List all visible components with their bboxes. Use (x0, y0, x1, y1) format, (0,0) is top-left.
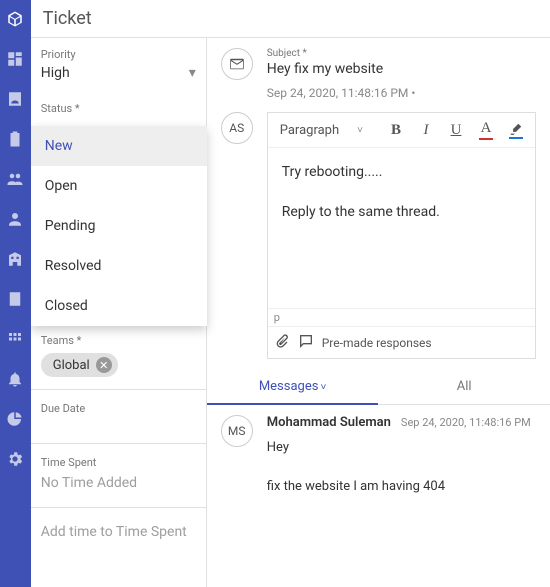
thread-author: Mohammad Suleman (267, 415, 391, 430)
grid-icon[interactable] (6, 330, 24, 348)
article-icon[interactable] (6, 290, 24, 308)
thread-line: fix the website I am having 404 (267, 479, 536, 494)
status-option-open[interactable]: Open (31, 166, 207, 206)
page-title: Ticket (31, 0, 550, 38)
status-option-new[interactable]: New (31, 126, 207, 166)
bell-icon[interactable] (6, 370, 24, 388)
editor-body[interactable]: Try rebooting..... Reply to the same thr… (268, 148, 535, 308)
clipboard-icon[interactable] (6, 130, 24, 148)
building-icon[interactable] (6, 250, 24, 268)
tab-messages[interactable]: Messages˅ (207, 369, 379, 404)
status-option-closed[interactable]: Closed (31, 286, 207, 326)
dashboard-icon[interactable] (6, 50, 24, 68)
highlight-button[interactable] (503, 117, 529, 143)
status-option-pending[interactable]: Pending (31, 206, 207, 246)
thread-line: Hey (267, 440, 536, 455)
nav-rail (0, 0, 31, 587)
status-dropdown: New Open Pending Resolved Closed (31, 126, 207, 326)
priority-select[interactable]: High ▾ (41, 63, 196, 84)
priority-label: Priority (41, 48, 196, 61)
italic-button[interactable]: I (413, 117, 439, 143)
author-avatar: MS (221, 415, 253, 447)
team-chip[interactable]: Global ✕ (41, 353, 118, 377)
status-label: Status * (41, 102, 196, 112)
subject-value[interactable]: Hey fix my website (267, 61, 536, 77)
editor-toolbar: Paragraph ˅ B I U A (268, 113, 535, 148)
chevron-down-icon: ˅ (320, 382, 326, 393)
chevron-down-icon: ˅ (357, 125, 363, 136)
gear-icon[interactable] (6, 450, 24, 468)
due-date-label: Due Date (41, 402, 196, 415)
font-color-button[interactable]: A (473, 117, 499, 143)
thread-timestamp: Sep 24, 2020, 11:48:16 PM (401, 416, 531, 429)
person-icon[interactable] (6, 210, 24, 228)
mail-icon (221, 48, 253, 80)
subject-label: Subject * (267, 48, 536, 59)
premade-responses-button[interactable]: Pre-made responses (322, 336, 432, 350)
tab-all[interactable]: All (378, 369, 550, 404)
block-format-select[interactable]: Paragraph ˅ (274, 119, 369, 142)
people-icon[interactable] (6, 170, 24, 188)
pie-chart-icon[interactable] (6, 410, 24, 428)
message-timestamp: Sep 24, 2020, 11:48:16 PM • (267, 86, 550, 100)
ticket-sidebar: Priority High ▾ Status * New Open Pendin… (31, 38, 207, 587)
time-spent-label: Time Spent (41, 456, 196, 469)
editor-path: p (268, 308, 535, 326)
status-option-resolved[interactable]: Resolved (31, 246, 207, 286)
reply-editor: Paragraph ˅ B I U A Try rebooting..... (267, 112, 536, 359)
teams-label: Teams * (41, 334, 196, 347)
bold-button[interactable]: B (383, 117, 409, 143)
cube-logo-icon[interactable] (6, 10, 24, 28)
add-time-input[interactable]: Add time to Time Spent (41, 520, 196, 544)
chevron-down-icon: ▾ (189, 65, 196, 81)
team-chip-label: Global (53, 358, 90, 373)
contact-icon[interactable] (6, 90, 24, 108)
attachment-icon[interactable] (274, 333, 290, 352)
priority-value: High (41, 63, 70, 83)
comment-icon[interactable] (298, 333, 314, 352)
close-icon[interactable]: ✕ (96, 357, 112, 373)
time-spent-value: No Time Added (41, 471, 196, 495)
reply-avatar: AS (221, 112, 253, 144)
underline-button[interactable]: U (443, 117, 469, 143)
